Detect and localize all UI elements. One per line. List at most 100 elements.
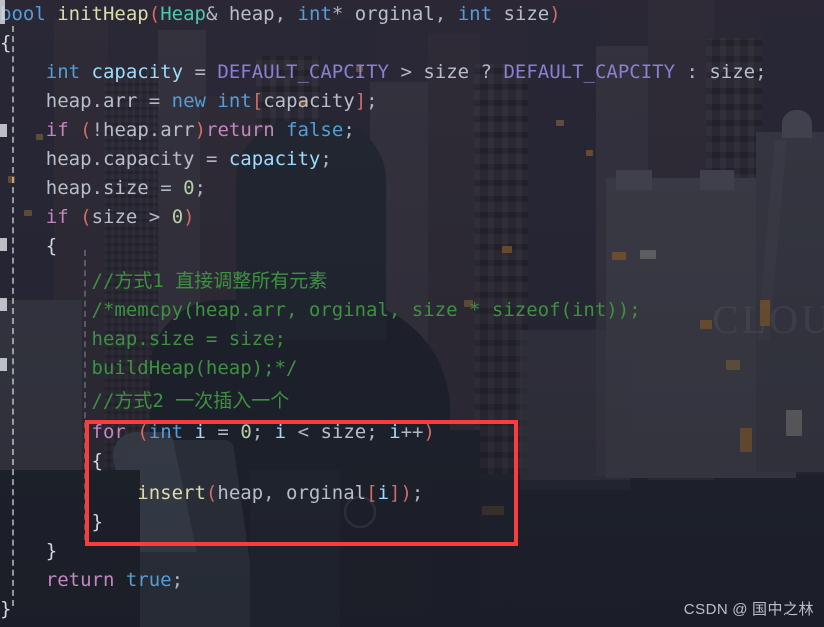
code-token-type: true xyxy=(125,569,172,591)
code-token-punc: . xyxy=(148,119,161,141)
code-token-brk: ) xyxy=(423,421,435,443)
code-token-type: int xyxy=(45,61,81,83)
code-token-punc: & xyxy=(205,3,229,25)
code-token-cls: Heap xyxy=(160,3,206,25)
code-token-type: new xyxy=(171,90,206,112)
gutter-marker xyxy=(0,298,7,311)
gutter-marker xyxy=(0,358,7,371)
csdn-watermark: CSDN @ 国中之林 xyxy=(684,598,814,619)
code-token-var: i xyxy=(389,421,401,443)
code-token-num: 0 xyxy=(171,206,184,228)
code-line[interactable]: //方式2 一次插入一个 xyxy=(0,387,824,416)
code-token-cmt: /*memcpy(heap.arr, orginal, size * sizeo… xyxy=(91,299,641,321)
code-line[interactable]: bool initHeap(Heap& heap, int* orginal, … xyxy=(0,0,824,29)
code-line[interactable]: /*memcpy(heap.arr, orginal, size * sizeo… xyxy=(0,296,824,325)
code-line[interactable]: } xyxy=(0,537,824,566)
code-token-punc: ; xyxy=(411,482,424,504)
code-token-punc: > xyxy=(148,206,161,228)
code-token-type: int xyxy=(148,421,184,443)
watermark-separator: @ xyxy=(732,601,748,618)
code-token-plain: orginal xyxy=(354,3,435,25)
code-token-punc: ; xyxy=(194,177,206,199)
code-token-brc: { xyxy=(0,32,12,54)
watermark-author: 国中之林 xyxy=(751,601,814,618)
code-token-cmt: //方式2 一次插入一个 xyxy=(91,390,290,412)
code-token-type: int xyxy=(217,90,252,112)
code-token-punc: ; xyxy=(366,90,378,112)
code-token-plain: arr xyxy=(102,90,138,112)
gutter-marker xyxy=(0,0,5,24)
code-token-type: bool xyxy=(0,3,46,25)
code-token-plain: capacity xyxy=(102,148,195,170)
code-token-plain: capacity xyxy=(263,90,355,112)
code-line[interactable]: insert(heap, orginal[i]); xyxy=(0,479,824,508)
code-line[interactable]: heap.arr = new int[capacity]; xyxy=(0,87,824,116)
code-token-punc: ; xyxy=(251,421,275,443)
code-token-plain: size xyxy=(503,3,550,25)
code-token-var: i xyxy=(377,482,390,504)
code-token-kw: if xyxy=(45,119,69,141)
code-token-brk: ( xyxy=(137,421,149,443)
code-token-plain: orginal xyxy=(286,482,367,504)
code-token-punc: . xyxy=(91,90,103,112)
code-line[interactable]: //方式1 直接调整所有元素 xyxy=(0,267,824,296)
code-line[interactable]: for (int i = 0; i < size; i++) xyxy=(0,418,824,447)
gutter-marker xyxy=(0,238,7,251)
code-token-punc: = xyxy=(194,148,229,170)
code-token-punc: * xyxy=(331,3,355,25)
code-token-punc: ! xyxy=(91,119,104,141)
code-line[interactable]: { xyxy=(0,29,824,58)
code-line[interactable]: heap.size = 0; xyxy=(0,174,824,203)
code-token-kw: if xyxy=(45,206,69,228)
code-token-var: i xyxy=(194,421,206,443)
code-token-brk: ) xyxy=(400,482,412,504)
code-token-type: int xyxy=(457,3,493,25)
code-token-plain: heap xyxy=(45,90,92,112)
code-token-punc: = xyxy=(205,421,241,443)
code-line[interactable]: int capacity = DEFAULT_CAPCITY > size ? … xyxy=(0,58,824,87)
code-line[interactable]: return true; xyxy=(0,566,824,595)
code-line[interactable]: buildHeap(heap);*/ xyxy=(0,354,824,383)
code-editor-text[interactable]: bool initHeap(Heap& heap, int* orginal, … xyxy=(0,0,824,627)
code-token-plain: size xyxy=(423,61,470,83)
code-token-cmt: buildHeap(heap);*/ xyxy=(91,357,298,379)
code-token-brc: { xyxy=(45,235,58,257)
code-token-punc: > xyxy=(400,61,412,83)
code-token-punc: = xyxy=(137,90,172,112)
code-token-fn: initHeap xyxy=(57,3,149,25)
code-token-cmt: //方式1 直接调整所有元素 xyxy=(91,270,328,292)
code-token-cmt: heap.size = size; xyxy=(91,328,286,350)
code-line[interactable]: heap.size = size; xyxy=(0,325,824,354)
code-token-punc: , xyxy=(434,3,458,25)
code-line[interactable]: } xyxy=(0,508,824,537)
code-line[interactable]: heap.capacity = capacity; xyxy=(0,145,824,174)
code-line[interactable]: { xyxy=(0,232,824,261)
code-token-macro: DEFAULT_CAPCITY xyxy=(217,61,389,83)
code-line[interactable]: if (!heap.arr)return false; xyxy=(0,116,824,145)
code-line[interactable]: { xyxy=(0,447,824,476)
code-token-kw: return xyxy=(206,119,275,141)
code-line[interactable]: if (size > 0) xyxy=(0,203,824,232)
code-token-kw: return xyxy=(45,569,115,591)
code-token-plain: size xyxy=(91,206,138,228)
code-token-brk: ) xyxy=(183,206,195,228)
